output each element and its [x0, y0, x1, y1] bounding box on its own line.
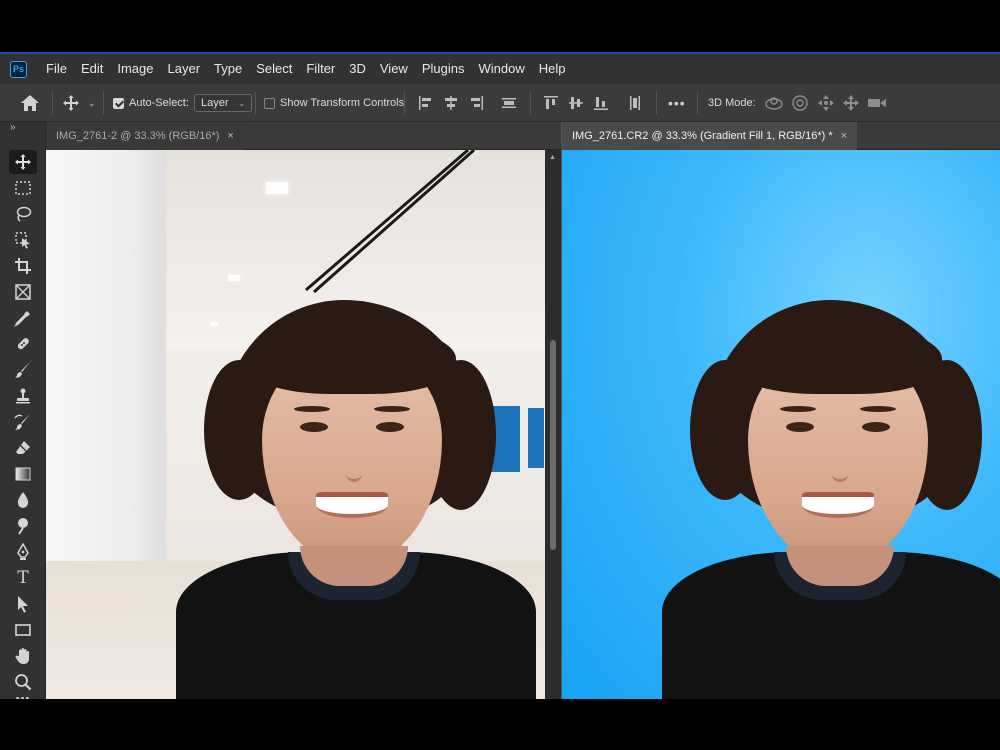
move-tool-preset-icon[interactable]: [62, 84, 80, 122]
lasso-tool-icon[interactable]: [9, 202, 37, 226]
eraser-tool-icon[interactable]: [9, 436, 37, 460]
auto-select-target-dropdown[interactable]: Layer ⌄: [194, 94, 253, 112]
roll-3d-camera-icon[interactable]: [791, 84, 809, 122]
3d-mode-label: 3D Mode:: [708, 97, 756, 109]
checkbox-checked-icon: [113, 97, 124, 109]
menu-3d[interactable]: 3D: [342, 54, 373, 84]
ceiling-light: [266, 182, 288, 194]
divider: [255, 92, 256, 114]
auto-select-label: Auto-Select:: [129, 97, 189, 109]
menu-help[interactable]: Help: [532, 54, 573, 84]
rectangular-marquee-tool-icon[interactable]: [9, 176, 37, 200]
hand-tool-icon[interactable]: [9, 644, 37, 668]
divider: [52, 92, 53, 114]
align-top-edges-icon[interactable]: [543, 84, 559, 122]
distribute-horizontal-icon[interactable]: [627, 84, 643, 122]
object-selection-tool-icon[interactable]: [9, 228, 37, 252]
menu-plugins[interactable]: Plugins: [415, 54, 472, 84]
auto-select-checkbox[interactable]: Auto-Select:: [113, 84, 189, 122]
align-bottom-edges-icon[interactable]: [593, 84, 609, 122]
menu-view[interactable]: View: [373, 54, 415, 84]
slide-3d-camera-icon[interactable]: [842, 84, 860, 122]
align-horizontal-centers-icon[interactable]: [443, 84, 459, 122]
distribute-vertical-icon[interactable]: [501, 84, 517, 122]
pen-tool-icon[interactable]: [9, 540, 37, 564]
crop-tool-icon[interactable]: [9, 254, 37, 278]
home-icon[interactable]: [20, 84, 40, 122]
orbit-3d-camera-icon[interactable]: [764, 84, 784, 122]
document-window-left: IMG_2761-2 @ 33.3% (RGB/16*) × ▲: [46, 122, 561, 699]
brush-tool-icon[interactable]: [9, 358, 37, 382]
divider: [404, 92, 405, 114]
chevron-down-icon: ⌄: [238, 98, 246, 108]
video-3d-camera-icon[interactable]: [867, 84, 887, 122]
menu-bar: Ps File Edit Image Layer Type Select Fil…: [0, 54, 1000, 84]
divider: [697, 92, 698, 114]
align-left-edges-icon[interactable]: [418, 84, 434, 122]
menu-image[interactable]: Image: [110, 54, 160, 84]
menu-layer[interactable]: Layer: [161, 54, 208, 84]
menu-edit[interactable]: Edit: [74, 54, 110, 84]
frame-tool-icon[interactable]: [9, 280, 37, 304]
photoshop-logo-icon[interactable]: Ps: [10, 60, 27, 78]
align-right-edges-icon[interactable]: [468, 84, 484, 122]
move-tool-icon[interactable]: [9, 150, 37, 174]
vertical-scrollbar[interactable]: ▲: [545, 150, 561, 699]
menu-window[interactable]: Window: [471, 54, 531, 84]
document-tab-img-2761-2[interactable]: IMG_2761-2 @ 33.3% (RGB/16*) ×: [46, 122, 244, 150]
pan-3d-camera-icon[interactable]: [817, 84, 835, 122]
document-tab-title: IMG_2761.CR2 @ 33.3% (Gradient Fill 1, R…: [572, 130, 833, 142]
divider: [656, 92, 657, 114]
blur-tool-icon[interactable]: [9, 488, 37, 512]
options-bar: ⌄ Auto-Select: Layer ⌄ Show Transform Co…: [0, 84, 1000, 122]
eyedropper-tool-icon[interactable]: [9, 306, 37, 330]
gradient-tool-icon[interactable]: [9, 462, 37, 486]
photoshop-window: Ps File Edit Image Layer Type Select Fil…: [0, 52, 1000, 699]
tools-panel: » T •••: [0, 122, 46, 699]
show-transform-controls-checkbox[interactable]: Show Transform Controls: [264, 84, 404, 122]
document-canvas-right[interactable]: [562, 150, 1000, 699]
menu-filter[interactable]: Filter: [299, 54, 342, 84]
zoom-tool-icon[interactable]: [9, 670, 37, 694]
collapse-panel-button[interactable]: »: [10, 122, 16, 133]
clone-stamp-tool-icon[interactable]: [9, 384, 37, 408]
tool-preset-chevron-icon[interactable]: ⌄: [88, 84, 96, 122]
spot-healing-brush-icon[interactable]: [9, 332, 37, 356]
ceiling-light: [228, 275, 240, 281]
document-tab-bar: IMG_2761.CR2 @ 33.3% (Gradient Fill 1, R…: [562, 122, 1000, 150]
checkbox-unchecked-icon: [264, 97, 275, 109]
align-vertical-centers-icon[interactable]: [568, 84, 584, 122]
history-brush-tool-icon[interactable]: [9, 410, 37, 434]
more-tools-icon[interactable]: •••: [9, 692, 37, 699]
document-tab-bar: IMG_2761-2 @ 33.3% (RGB/16*) ×: [46, 122, 561, 150]
close-icon[interactable]: ×: [227, 130, 233, 142]
portrait-subject: [662, 300, 1000, 699]
document-window-right: IMG_2761.CR2 @ 33.3% (Gradient Fill 1, R…: [562, 122, 1000, 699]
auto-select-target-value: Layer: [201, 97, 229, 109]
divider: [530, 92, 531, 114]
type-tool-icon[interactable]: T: [9, 566, 37, 590]
document-tab-img-2761-cr2[interactable]: IMG_2761.CR2 @ 33.3% (Gradient Fill 1, R…: [562, 122, 858, 150]
dodge-tool-icon[interactable]: [9, 514, 37, 538]
scroll-up-icon[interactable]: ▲: [549, 154, 556, 161]
path-selection-tool-icon[interactable]: [9, 592, 37, 616]
divider: [103, 92, 104, 114]
portrait-subject: [176, 300, 536, 699]
menu-type[interactable]: Type: [207, 54, 249, 84]
document-tab-title: IMG_2761-2 @ 33.3% (RGB/16*): [56, 130, 220, 142]
scrollbar-thumb[interactable]: [550, 340, 556, 550]
menu-file[interactable]: File: [39, 54, 74, 84]
show-transform-controls-label: Show Transform Controls: [280, 97, 405, 109]
ceiling-rails: [305, 150, 475, 294]
menu-select[interactable]: Select: [249, 54, 299, 84]
document-canvas-left[interactable]: ▲: [46, 150, 561, 699]
rectangle-tool-icon[interactable]: [9, 618, 37, 642]
more-options-button[interactable]: •••: [668, 84, 686, 122]
close-icon[interactable]: ×: [841, 130, 847, 142]
